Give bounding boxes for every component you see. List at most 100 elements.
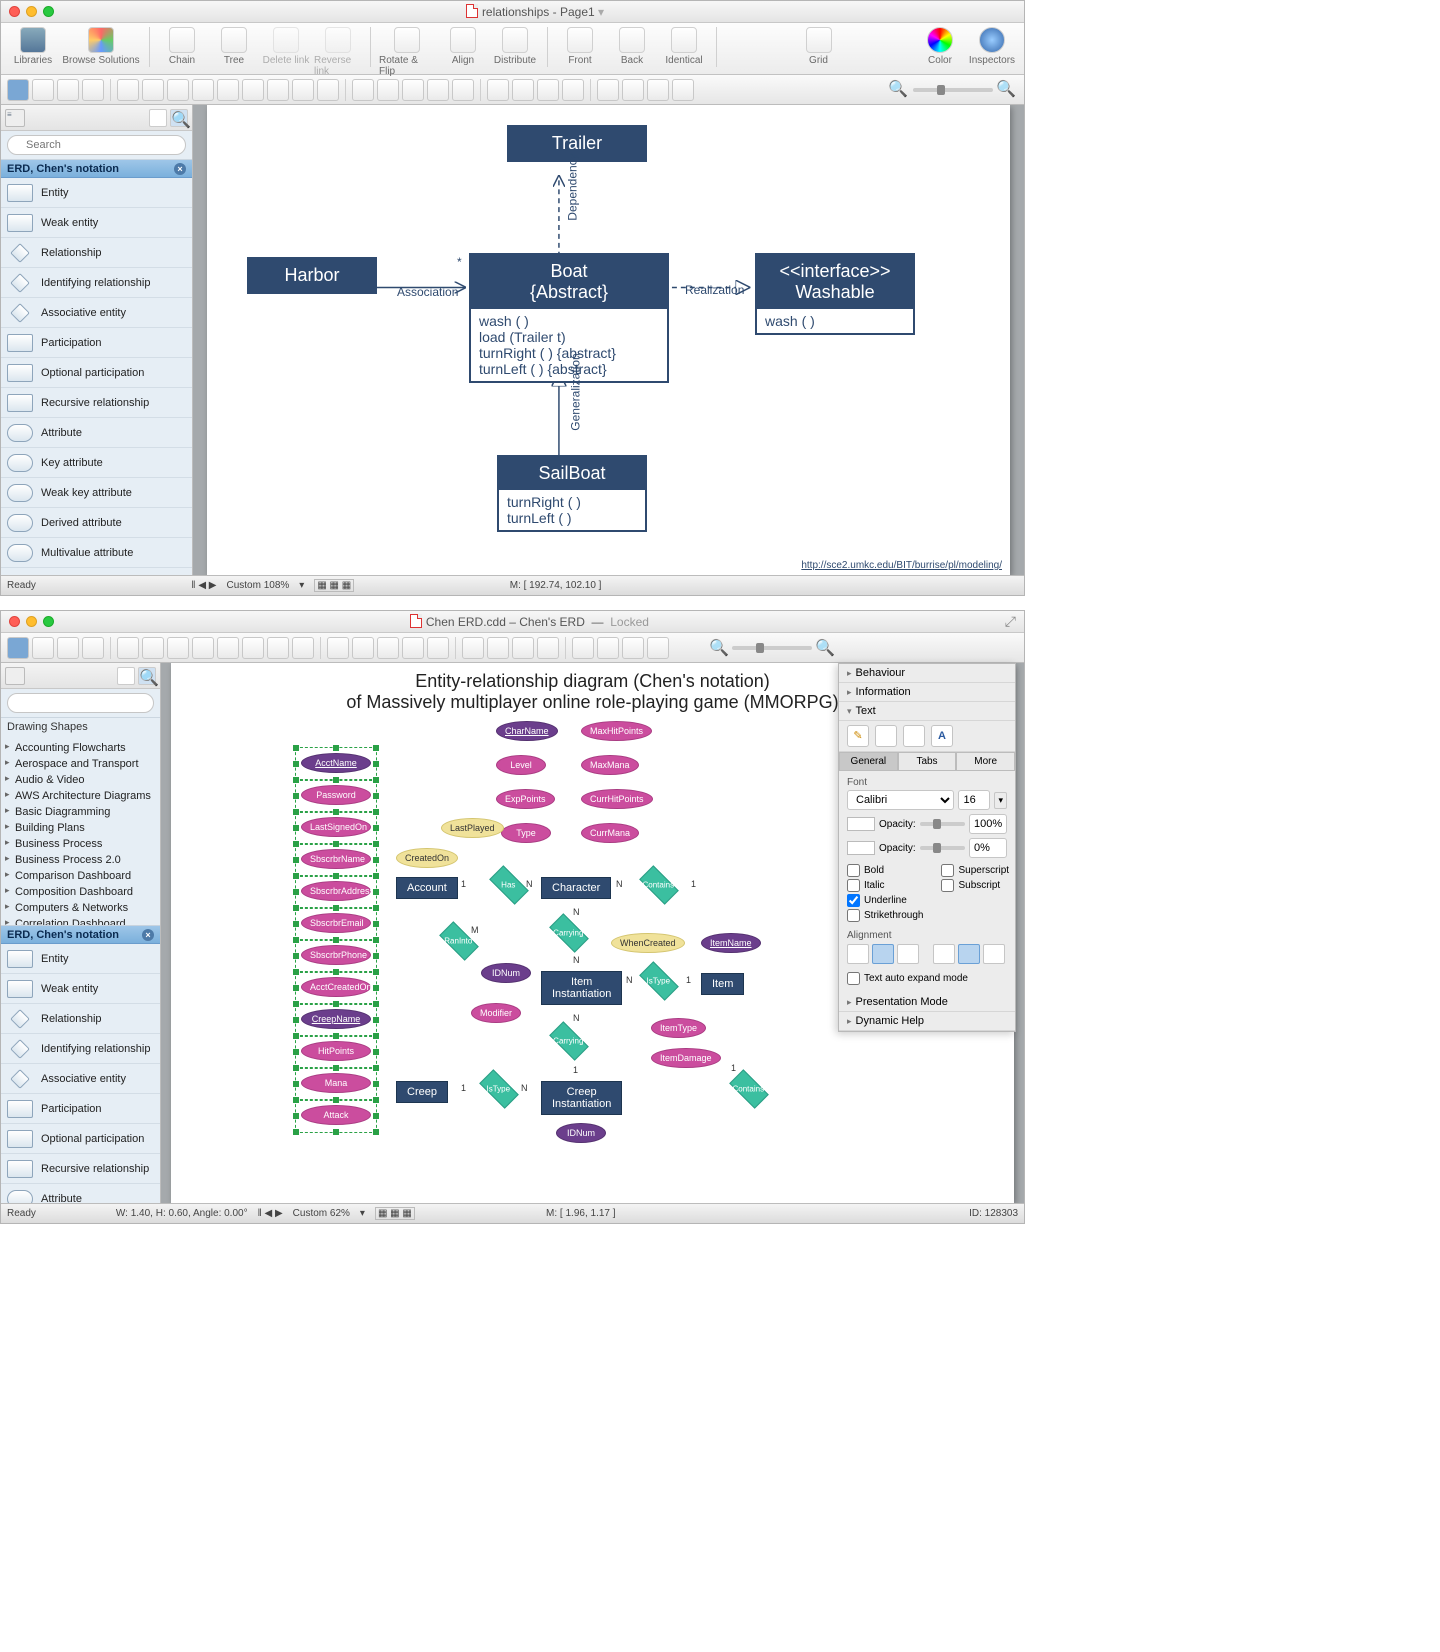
hand-tool[interactable] xyxy=(647,79,669,101)
selected-attr[interactable]: Password xyxy=(301,785,371,807)
uml-sailboat[interactable]: SailBoat turnRight ( )turnLeft ( ) xyxy=(497,455,647,532)
align-button[interactable]: Align xyxy=(439,27,487,66)
search-icon[interactable]: 🔍 xyxy=(138,667,156,685)
back-button[interactable]: Back xyxy=(608,27,656,66)
s1[interactable] xyxy=(462,637,484,659)
zoom-in-icon[interactable]: 🔍 xyxy=(815,638,835,658)
connector-1[interactable] xyxy=(167,79,189,101)
zoom-value[interactable]: Custom 108% xyxy=(226,580,289,591)
align-middle-icon[interactable] xyxy=(958,944,980,964)
arrow-5[interactable] xyxy=(452,79,474,101)
attr-lastplayed[interactable]: LastPlayed xyxy=(441,818,504,838)
c3[interactable] xyxy=(167,637,189,659)
c6[interactable] xyxy=(242,637,264,659)
fullscreen-icon[interactable]: ⤢ xyxy=(1005,613,1016,630)
inspectors-button[interactable]: Inspectors xyxy=(968,27,1016,66)
category-item[interactable]: AWS Architecture Diagrams xyxy=(1,788,160,804)
chk-italic[interactable]: Italic xyxy=(847,879,923,892)
eyedropper-tool[interactable] xyxy=(672,79,694,101)
outline-icon[interactable] xyxy=(5,667,25,685)
align-left-icon[interactable] xyxy=(847,944,869,964)
connector-5[interactable] xyxy=(267,79,289,101)
attr-modifier[interactable]: Modifier xyxy=(471,1003,521,1023)
c4[interactable] xyxy=(192,637,214,659)
a3[interactable] xyxy=(377,637,399,659)
stroke-swatch[interactable] xyxy=(847,841,875,855)
tree-button[interactable]: Tree xyxy=(210,27,258,66)
connector-7[interactable] xyxy=(317,79,339,101)
grid-view-icon[interactable] xyxy=(117,667,135,685)
z3[interactable] xyxy=(622,637,644,659)
c8[interactable] xyxy=(292,637,314,659)
pointer-tool[interactable] xyxy=(7,637,29,659)
lib-item[interactable]: Weak entity xyxy=(1,974,160,1004)
close-icon[interactable] xyxy=(9,616,20,627)
rect-tool[interactable] xyxy=(32,637,54,659)
c2[interactable] xyxy=(142,637,164,659)
category-item[interactable]: Comparison Dashboard xyxy=(1,868,160,884)
entity-creep-inst[interactable]: CreepInstantiation xyxy=(541,1081,622,1115)
category-item[interactable]: Computers & Networks xyxy=(1,900,160,916)
a4[interactable] xyxy=(402,637,424,659)
opacity-slider-2[interactable] xyxy=(920,846,965,850)
chk-auto-expand[interactable]: Text auto expand mode xyxy=(847,972,1007,985)
grid-button[interactable]: Grid xyxy=(795,27,843,66)
rel-istype[interactable]: IsType xyxy=(639,961,679,1001)
selected-attr[interactable]: SbscrbrName xyxy=(301,849,371,871)
attr-itemdamage[interactable]: ItemDamage xyxy=(651,1048,721,1068)
zoom-value-2[interactable]: Custom 62% xyxy=(293,1208,350,1219)
arrow-1[interactable] xyxy=(352,79,374,101)
front-button[interactable]: Front xyxy=(556,27,604,66)
align-center-icon[interactable] xyxy=(872,944,894,964)
attr-whencreated[interactable]: WhenCreated xyxy=(611,933,685,953)
fill-swatch[interactable] xyxy=(847,817,875,831)
identical-button[interactable]: Identical xyxy=(660,27,708,66)
library-list-2[interactable]: EntityWeak entityRelationshipIdentifying… xyxy=(1,944,160,1203)
selected-attr[interactable]: AcctName xyxy=(301,753,371,775)
category-item[interactable]: Correlation Dashboard xyxy=(1,916,160,926)
zoom-slider-2[interactable] xyxy=(732,646,812,650)
c7[interactable] xyxy=(267,637,289,659)
close-library-icon[interactable]: × xyxy=(174,163,186,175)
minimize-icon[interactable] xyxy=(26,616,37,627)
opacity-value-2[interactable] xyxy=(969,838,1007,858)
attr-exppoints[interactable]: ExpPoints xyxy=(496,789,555,809)
section-behaviour[interactable]: Behaviour xyxy=(839,664,1015,683)
attr-idnum[interactable]: IDNum xyxy=(481,963,531,983)
selected-attr[interactable]: HitPoints xyxy=(301,1041,371,1063)
category-item[interactable]: Audio & Video xyxy=(1,772,160,788)
lib-item[interactable]: Relationship xyxy=(1,1004,160,1034)
pencil-icon[interactable]: ✎ xyxy=(847,725,869,747)
ellipse-tool[interactable] xyxy=(57,637,79,659)
uml-harbor[interactable]: Harbor xyxy=(247,257,377,294)
grid-view-icon[interactable] xyxy=(149,109,167,127)
browse-solutions-button[interactable]: Browse Solutions xyxy=(61,27,141,66)
search-icon[interactable]: 🔍 xyxy=(170,109,188,127)
entity-item[interactable]: Item xyxy=(701,973,744,995)
connector-3[interactable] xyxy=(217,79,239,101)
rotate-flip-button[interactable]: Rotate & Flip xyxy=(379,27,435,77)
rect-tool[interactable] xyxy=(32,79,54,101)
canvas-area[interactable]: Trailer Harbor Boat {Abstract} wash ( )l… xyxy=(193,105,1024,575)
z2[interactable] xyxy=(597,637,619,659)
lib-item[interactable]: Derived attribute xyxy=(1,508,192,538)
search-input-2[interactable] xyxy=(7,693,154,713)
zoom-out-tool[interactable] xyxy=(622,79,644,101)
attr-itemtype[interactable]: ItemType xyxy=(651,1018,706,1038)
lib-item[interactable]: Attribute xyxy=(1,1184,160,1203)
spline-2[interactable] xyxy=(512,79,534,101)
lib-item[interactable]: Entity xyxy=(1,178,192,208)
category-item[interactable]: Business Process 2.0 xyxy=(1,852,160,868)
lib-item[interactable]: Associative entity xyxy=(1,298,192,328)
lib-item[interactable]: Key attribute xyxy=(1,448,192,478)
sheet-icon[interactable] xyxy=(875,725,897,747)
tab-tabs[interactable]: Tabs xyxy=(898,752,957,771)
c1[interactable] xyxy=(117,637,139,659)
close-icon[interactable] xyxy=(9,6,20,17)
chk-bold[interactable]: Bold xyxy=(847,864,923,877)
selected-attr[interactable]: SbscrbrPhone xyxy=(301,945,371,967)
rounded-tool[interactable] xyxy=(82,637,104,659)
rel-contains[interactable]: Contains xyxy=(639,865,679,905)
rel-contains2[interactable]: Contains xyxy=(729,1069,769,1109)
category-item[interactable]: Building Plans xyxy=(1,820,160,836)
